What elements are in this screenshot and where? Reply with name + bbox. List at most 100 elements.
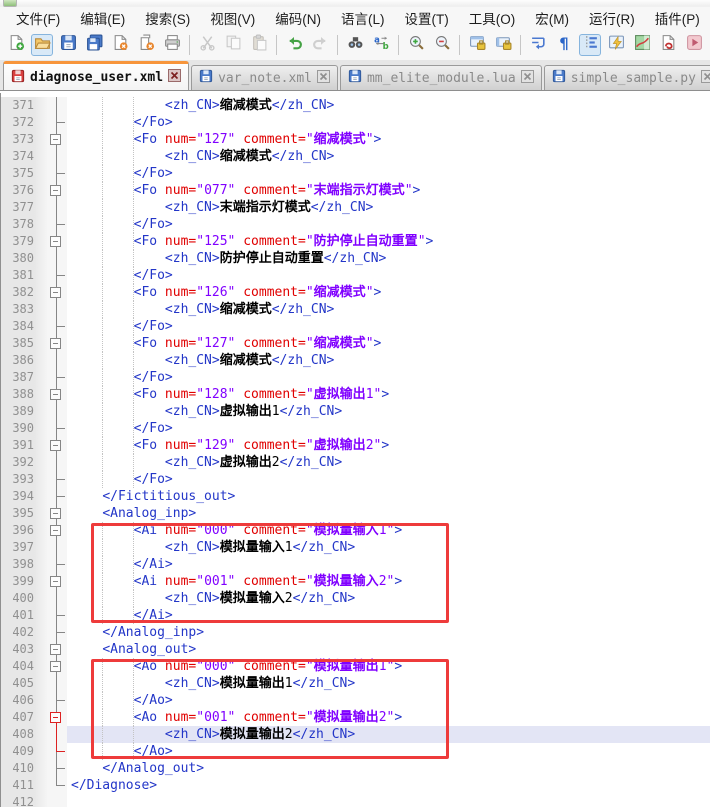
fold-margin[interactable] — [47, 658, 67, 675]
fold-margin[interactable] — [47, 607, 67, 624]
playback-macro-button[interactable] — [683, 34, 705, 56]
launch-in-browser-button[interactable] — [605, 34, 627, 56]
code-text[interactable]: </Fo> — [67, 216, 710, 233]
fold-margin[interactable] — [47, 624, 67, 641]
print-button[interactable] — [161, 34, 183, 56]
fold-margin[interactable] — [47, 199, 67, 216]
code-text[interactable]: <Ao num="000" comment="模拟量输出1"> — [67, 658, 710, 675]
fold-margin[interactable] — [47, 267, 67, 284]
code-text[interactable]: <Fo num="127" comment="缩减模式"> — [67, 335, 710, 352]
code-text[interactable]: <zh_CN>缩减模式</zh_CN> — [67, 301, 710, 318]
fold-margin[interactable] — [47, 437, 67, 454]
cut-button[interactable] — [196, 34, 218, 56]
code-text[interactable]: <zh_CN>虚拟输出1</zh_CN> — [67, 403, 710, 420]
fold-margin[interactable] — [47, 743, 67, 760]
code-text[interactable]: <zh_CN>模拟量输出2</zh_CN> — [67, 726, 710, 743]
code-text[interactable]: </Ai> — [67, 556, 710, 573]
menu-item-4[interactable]: 编码(N) — [265, 6, 331, 30]
tab-close-icon[interactable] — [521, 70, 534, 87]
open-file-button[interactable] — [31, 34, 53, 56]
code-text[interactable]: </Fo> — [67, 165, 710, 182]
new-file-button[interactable] — [5, 34, 27, 56]
zoom-out-button[interactable] — [431, 34, 453, 56]
code-text[interactable]: <Ai num="000" comment="模拟量输入1"> — [67, 522, 710, 539]
tab-var_note-xml[interactable]: var_note.xml — [191, 65, 338, 90]
code-text[interactable]: </Ai> — [67, 607, 710, 624]
code-text[interactable]: <Ao num="001" comment="模拟量输出2"> — [67, 709, 710, 726]
fold-collapse-icon[interactable] — [50, 236, 61, 247]
document-map-button[interactable] — [631, 34, 653, 56]
fold-margin[interactable] — [47, 556, 67, 573]
fold-margin[interactable] — [47, 471, 67, 488]
show-indent-guide-button[interactable] — [579, 34, 601, 56]
code-text[interactable]: </Fo> — [67, 420, 710, 437]
fold-margin[interactable] — [47, 709, 67, 726]
tab-close-icon[interactable] — [168, 69, 181, 86]
close-document-button[interactable] — [109, 34, 131, 56]
fold-collapse-icon[interactable] — [50, 134, 61, 145]
menu-item-7[interactable]: 工具(O) — [459, 6, 526, 30]
fold-margin[interactable] — [47, 216, 67, 233]
fold-margin[interactable] — [47, 454, 67, 471]
fold-margin[interactable] — [47, 777, 67, 794]
code-text[interactable]: <Fo num="127" comment="缩减模式"> — [67, 131, 710, 148]
code-text[interactable]: <Fo num="128" comment="虚拟输出1"> — [67, 386, 710, 403]
fold-collapse-icon[interactable] — [50, 508, 61, 519]
replace-button[interactable]: ab — [370, 34, 392, 56]
menu-item-8[interactable]: 宏(M) — [525, 6, 579, 30]
fold-collapse-icon[interactable] — [50, 576, 61, 587]
code-text[interactable]: </Fo> — [67, 471, 710, 488]
fold-margin[interactable] — [47, 726, 67, 743]
sync-vertical-scrolling-button[interactable] — [466, 34, 488, 56]
code-text[interactable]: </Ao> — [67, 692, 710, 709]
fold-margin[interactable] — [47, 505, 67, 522]
fold-margin[interactable] — [47, 352, 67, 369]
fold-margin[interactable] — [47, 675, 67, 692]
tab-simple_sample-py[interactable]: simple_sample.py — [544, 65, 710, 90]
fold-margin[interactable] — [47, 301, 67, 318]
fold-collapse-icon[interactable] — [50, 712, 61, 723]
fold-margin[interactable] — [47, 165, 67, 182]
code-text[interactable]: <zh_CN>模拟量输入2</zh_CN> — [67, 590, 710, 607]
code-text[interactable]: <zh_CN>缩减模式</zh_CN> — [67, 352, 710, 369]
code-text[interactable]: </Diagnose> — [67, 777, 710, 794]
fold-collapse-icon[interactable] — [50, 440, 61, 451]
start-macro-recording-button[interactable] — [657, 34, 679, 56]
fold-margin[interactable] — [47, 760, 67, 777]
sync-horizontal-scrolling-button[interactable] — [492, 34, 514, 56]
code-text[interactable]: <zh_CN>末端指示灯模式</zh_CN> — [67, 199, 710, 216]
close-all-documents-button[interactable] — [135, 34, 157, 56]
fold-margin[interactable] — [47, 794, 67, 807]
fold-margin[interactable] — [47, 233, 67, 250]
word-wrap-button[interactable] — [527, 34, 549, 56]
fold-margin[interactable] — [47, 148, 67, 165]
menu-item-10[interactable]: 插件(P) — [645, 6, 710, 30]
tab-close-icon[interactable] — [317, 70, 330, 87]
save-button[interactable] — [57, 34, 79, 56]
menu-item-3[interactable]: 视图(V) — [200, 6, 265, 30]
code-text[interactable]: </Fo> — [67, 114, 710, 131]
menu-item-9[interactable]: 运行(R) — [579, 6, 645, 30]
code-text[interactable]: </Fo> — [67, 267, 710, 284]
redo-button[interactable] — [309, 34, 331, 56]
zoom-in-button[interactable] — [405, 34, 427, 56]
undo-button[interactable] — [283, 34, 305, 56]
fold-margin[interactable] — [47, 182, 67, 199]
fold-margin[interactable] — [47, 522, 67, 539]
save-all-button[interactable] — [83, 34, 105, 56]
fold-margin[interactable] — [47, 250, 67, 267]
copy-button[interactable] — [222, 34, 244, 56]
code-text[interactable]: <Fo num="077" comment="末端指示灯模式"> — [67, 182, 710, 199]
fold-collapse-icon[interactable] — [50, 661, 61, 672]
code-text[interactable]: <Analog_inp> — [67, 505, 710, 522]
code-text[interactable]: </Analog_out> — [67, 760, 710, 777]
menu-item-0[interactable]: 文件(F) — [6, 6, 70, 30]
code-text[interactable]: </Fo> — [67, 369, 710, 386]
fold-margin[interactable] — [47, 131, 67, 148]
fold-margin[interactable] — [47, 573, 67, 590]
fold-margin[interactable] — [47, 335, 67, 352]
tab-diagnose_user-xml[interactable]: diagnose_user.xml — [3, 61, 189, 91]
tab-mm_elite_module-lua[interactable]: mm_elite_module.lua — [340, 65, 542, 90]
fold-margin[interactable] — [47, 114, 67, 131]
code-text[interactable]: <zh_CN>模拟量输出1</zh_CN> — [67, 675, 710, 692]
